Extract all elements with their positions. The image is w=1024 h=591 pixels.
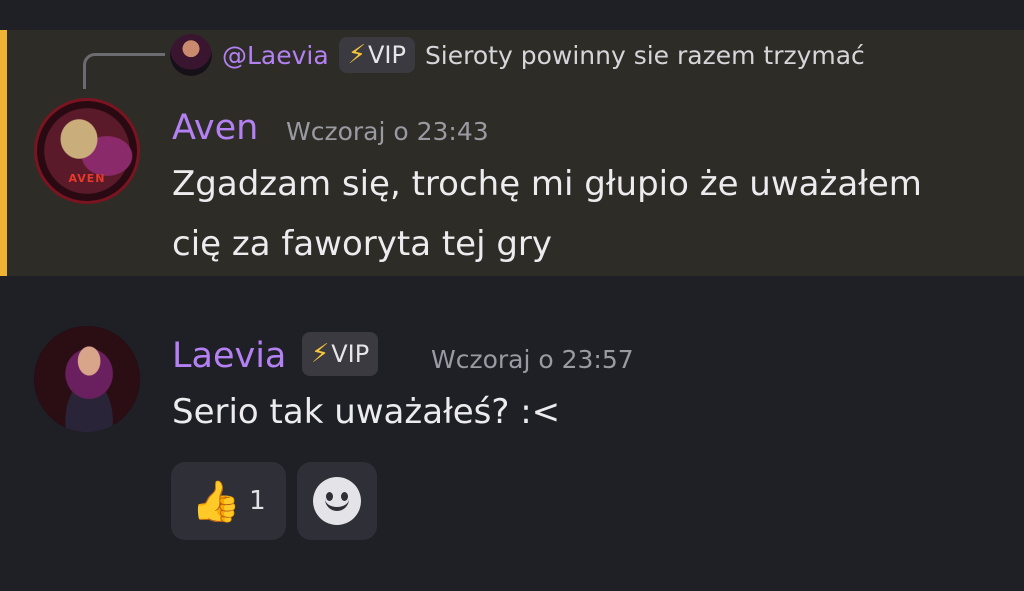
reaction-thumbs-up[interactable]: 👍 1 <box>171 462 286 540</box>
avatar-label: AVEN <box>68 172 106 185</box>
message-text-line: Zgadzam się, trochę mi głupio że uważałe… <box>172 164 922 204</box>
username-aven[interactable]: Aven <box>172 108 258 148</box>
vip-label: VIP <box>367 41 406 69</box>
reply-preview[interactable]: @Laevia ⚡ VIP Sieroty powinny sie razem … <box>170 34 865 76</box>
lightning-icon: ⚡ <box>311 339 330 369</box>
avatar-laevia[interactable] <box>34 326 140 432</box>
avatar-aven[interactable]: AVEN <box>34 98 140 204</box>
message-text: Serio tak uważałeś? :< <box>172 392 561 432</box>
lightning-icon: ⚡ <box>347 40 366 70</box>
top-strip <box>0 0 1024 30</box>
mention-bar <box>0 30 7 276</box>
add-reaction-button[interactable] <box>297 462 377 540</box>
smile-icon <box>313 477 361 525</box>
reply-avatar[interactable] <box>170 34 212 76</box>
message-text-line: cię za faworyta tej gry <box>172 224 553 264</box>
reaction-count: 1 <box>249 486 266 516</box>
reply-author[interactable]: @Laevia <box>222 41 329 70</box>
timestamp: Wczoraj o 23:57 <box>431 345 634 374</box>
reply-text: Sieroty powinny sie razem trzymać <box>424 40 865 70</box>
thumbs-up-icon: 👍 <box>191 478 242 525</box>
reply-connector <box>83 53 165 89</box>
vip-badge: ⚡ VIP <box>302 332 379 376</box>
vip-label: VIP <box>331 340 370 368</box>
timestamp: Wczoraj o 23:43 <box>286 117 489 146</box>
username-laevia[interactable]: Laevia <box>172 336 286 376</box>
vip-badge: ⚡ VIP <box>338 37 415 73</box>
